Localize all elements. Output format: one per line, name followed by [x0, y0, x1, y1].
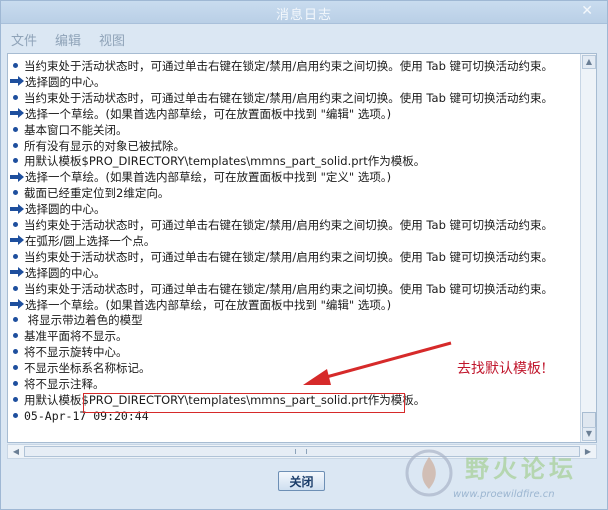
log-text: 截面已经重定位到2维定向。	[24, 186, 170, 201]
log-line: 当约束处于活动状态时，可通过单击右键在锁定/禁用/启用约束之间切换。使用 Tab…	[10, 249, 553, 265]
log-line: 选择一个草绘。(如果首选内部草绘，可在放置面板中找到 "定义" 选项。)	[10, 169, 391, 185]
log-text: 用默认模板$PRO_DIRECTORY\templates\mmns_part_…	[24, 154, 426, 169]
annotation-arrow-icon	[303, 341, 452, 385]
bullet-icon	[13, 94, 18, 100]
annotation-text: 去找默认模板!	[457, 361, 547, 377]
log-line: 将显示带边着色的模型	[10, 312, 143, 328]
log-line: 选择圆的中心。	[10, 201, 106, 217]
arrow-right-icon	[10, 299, 24, 309]
bullet-icon	[13, 381, 18, 386]
log-line: 当约束处于活动状态时，可通过单击右键在锁定/禁用/启用约束之间切换。使用 Tab…	[10, 281, 553, 297]
log-text: 基准平面将不显示。	[24, 329, 128, 344]
close-icon[interactable]: ✕	[581, 3, 593, 19]
bullet-icon	[13, 317, 18, 323]
log-line: 所有没有显示的对象已被拭除。	[10, 138, 185, 154]
bullet-icon	[13, 365, 18, 371]
bullet-icon	[13, 126, 18, 132]
log-line: 截面已经重定位到2维定向。	[10, 185, 169, 201]
log-text: 当约束处于活动状态时，可通过单击右键在锁定/禁用/启用约束之间切换。使用 Tab…	[24, 218, 554, 232]
menu-edit[interactable]: 编辑	[55, 30, 81, 49]
bullet-icon	[13, 412, 18, 418]
log-text: 当约束处于活动状态时，可通过单击右键在锁定/禁用/启用约束之间切换。使用 Tab…	[24, 59, 554, 73]
log-text: 当约束处于活动状态时，可通过单击右键在锁定/禁用/启用约束之间切换。使用 Tab…	[24, 281, 554, 296]
log-text: 选择一个草绘。(如果首选内部草绘，可在放置面板中找到 "编辑" 选项。)	[25, 106, 392, 121]
bullet-icon	[13, 63, 18, 68]
watermark-url: www.proewildfire.cn	[453, 489, 555, 500]
watermark-name: 野火论坛	[465, 455, 577, 483]
arrow-right-icon	[10, 267, 24, 278]
log-text: 选择一个草绘。(如果首选内部草绘，可在放置面板中找到 "定义" 选项。)	[25, 170, 392, 185]
bullet-icon	[13, 142, 18, 148]
log-text: 当约束处于活动状态时，可通过单击右键在锁定/禁用/启用约束之间切换。使用 Tab…	[24, 249, 554, 264]
bullet-icon	[13, 349, 18, 355]
vertical-scrollbar[interactable]: ▲ ▼	[580, 54, 596, 442]
highlight-box	[83, 393, 405, 413]
window-title: 消息日志	[275, 8, 332, 23]
arrow-right-icon	[10, 171, 24, 182]
log-text: 将不显示注释。	[24, 377, 105, 391]
grip-icon	[295, 449, 307, 454]
bullet-icon	[13, 190, 18, 196]
log-text: 将显示带边着色的模型	[24, 313, 143, 328]
log-line: 将不显示旋转中心。	[10, 344, 128, 360]
arrow-right-icon	[10, 108, 24, 119]
close-button[interactable]: 关闭	[278, 471, 325, 491]
title-bar[interactable]: 消息日志 ✕	[1, 1, 607, 24]
arrow-right-icon	[10, 235, 24, 246]
log-line: 选择圆的中心。	[10, 265, 106, 281]
log-line: 将不显示注释。	[10, 376, 105, 392]
bullet-icon	[13, 333, 18, 339]
bullet-icon	[13, 222, 18, 227]
log-line: 当约束处于活动状态时，可通过单击右键在锁定/禁用/启用约束之间切换。使用 Tab…	[10, 217, 553, 233]
log-line: 基准平面将不显示。	[10, 328, 128, 344]
watermark: 野火论坛 www.proewildfire.cn	[393, 441, 605, 507]
log-line: 选择一个草绘。(如果首选内部草绘，可在放置面板中找到 "编辑" 选项。)	[10, 106, 391, 122]
flame-logo-icon	[405, 449, 453, 497]
message-log-window: 消息日志 ✕ 文件 编辑 视图 ▲ ▼ 当约束处于活动状态时，可通过单击右键在锁…	[0, 0, 608, 510]
log-text: 选择圆的中心。	[25, 74, 106, 89]
log-text: 不显示坐标系名称标记。	[24, 361, 151, 376]
menu-bar: 文件 编辑 视图	[1, 24, 607, 50]
log-line: 基本窗口不能关闭。	[10, 122, 128, 138]
log-text: 基本窗口不能关闭。	[24, 122, 128, 137]
arrow-right-icon	[10, 203, 24, 214]
menu-file[interactable]: 文件	[11, 30, 37, 49]
scroll-down-icon[interactable]: ▼	[582, 427, 596, 441]
log-line: 当约束处于活动状态时，可通过单击右键在锁定/禁用/启用约束之间切换。使用 Tab…	[10, 90, 553, 106]
log-line: 当约束处于活动状态时，可通过单击右键在锁定/禁用/启用约束之间切换。使用 Tab…	[10, 58, 553, 74]
log-text: 选择圆的中心。	[25, 265, 106, 280]
bullet-icon	[13, 396, 18, 402]
log-line: 用默认模板$PRO_DIRECTORY\templates\mmns_part_…	[10, 153, 425, 169]
bullet-icon	[13, 158, 18, 164]
arrow-right-icon	[10, 76, 24, 87]
scroll-left-icon[interactable]: ◀	[10, 446, 22, 457]
log-line: 不显示坐标系名称标记。	[10, 360, 151, 376]
log-line: 在弧形/圆上选择一个点。	[10, 233, 155, 249]
scroll-thumb[interactable]	[582, 412, 596, 428]
bullet-icon	[13, 285, 18, 291]
menu-view[interactable]: 视图	[99, 30, 125, 49]
log-text: 选择一个草绘。(如果首选内部草绘，可在放置面板中找到 "编辑" 选项。)	[25, 297, 392, 312]
log-line: 选择圆的中心。	[10, 74, 106, 90]
scroll-up-icon[interactable]: ▲	[582, 55, 596, 69]
log-text: 所有没有显示的对象已被拭除。	[24, 138, 185, 153]
log-line: 选择一个草绘。(如果首选内部草绘，可在放置面板中找到 "编辑" 选项。)	[10, 297, 391, 313]
log-text: 在弧形/圆上选择一个点。	[25, 233, 156, 248]
log-text: 将不显示旋转中心。	[24, 345, 128, 360]
bullet-icon	[13, 253, 18, 259]
log-text: 选择圆的中心。	[25, 202, 106, 217]
log-text: 当约束处于活动状态时，可通过单击右键在锁定/禁用/启用约束之间切换。使用 Tab…	[24, 90, 554, 105]
